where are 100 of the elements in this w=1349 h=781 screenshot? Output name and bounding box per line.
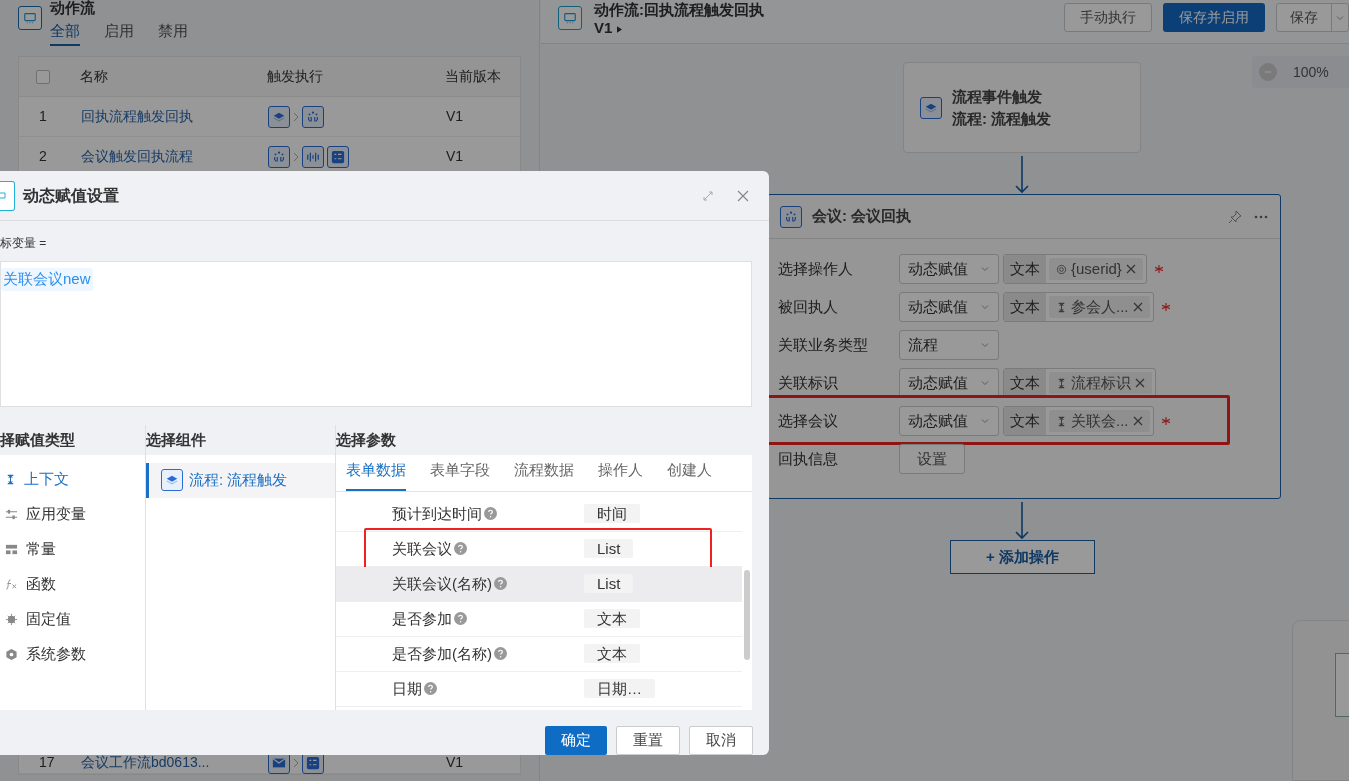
help-icon: [494, 647, 507, 661]
dialog-title: 动态赋值设置: [23, 185, 119, 206]
dialog-button[interactable]: 取消: [689, 726, 753, 755]
trigger-node[interactable]: 流程事件触发 流程: 流程触发: [903, 62, 1141, 153]
caret-icon: [980, 416, 990, 426]
bars-icon: [302, 145, 324, 168]
app-logo-icon: [558, 6, 582, 30]
save-enable-button[interactable]: 保存并启用: [1163, 3, 1265, 32]
column-heading: 择赋值类型: [0, 429, 76, 450]
component-item[interactable]: 流程: 流程触发: [146, 462, 335, 498]
remove-icon[interactable]: [1125, 264, 1136, 274]
flow-title: 动作流:回执流程触发回执: [594, 1, 764, 19]
field-label: 被回执人: [778, 296, 839, 317]
caret-icon: [616, 25, 622, 33]
help-icon: [424, 682, 437, 696]
text-cursor-icon: [1056, 301, 1067, 313]
variable-token[interactable]: 关联会议new: [1, 268, 93, 291]
version-cell-text: V1: [446, 107, 464, 126]
parameter-tab[interactable]: 创建人: [667, 459, 712, 491]
parameter-type: List: [584, 539, 634, 559]
flow-name-link[interactable]: 会议触发回执流程: [81, 146, 268, 167]
chevron-icon: [293, 757, 299, 768]
more-icon[interactable]: [1254, 214, 1268, 219]
mode-dropdown[interactable]: 流程: [899, 330, 999, 360]
parameter-tab[interactable]: 操作人: [598, 459, 643, 491]
node-title: 流程事件触发: [952, 86, 1043, 107]
filter-tab[interactable]: 全部: [50, 20, 80, 46]
remove-icon[interactable]: [1132, 416, 1143, 426]
expand-icon[interactable]: [702, 189, 714, 202]
value-type-item[interactable]: 函数: [0, 566, 145, 602]
add-action-button[interactable]: + 添加操作: [950, 540, 1095, 574]
connector-arrow: [1015, 502, 1029, 540]
row-number: 1: [38, 107, 48, 126]
help-icon: [484, 507, 497, 521]
parameter-name: 日期: [392, 677, 584, 700]
sliders-icon: [5, 507, 18, 521]
value-chip[interactable]: 关联会...: [1049, 410, 1150, 432]
filter-tab[interactable]: 启用: [104, 20, 134, 46]
target-variable-label: 标变量 =: [0, 235, 48, 253]
value-type-item[interactable]: 固定值: [0, 601, 145, 637]
chevron-icon: [293, 111, 299, 122]
value-chip[interactable]: 流程标识: [1049, 372, 1152, 394]
column-header: 名称: [80, 67, 109, 86]
value-type-item[interactable]: 上下文: [0, 461, 145, 497]
people-icon: [302, 105, 324, 128]
text-cursor-icon: [5, 473, 16, 485]
pin-icon[interactable]: [1228, 209, 1242, 224]
save-label[interactable]: 保存: [1277, 4, 1331, 31]
zoom-control[interactable]: 100%: [1252, 56, 1349, 88]
mode-dropdown[interactable]: 动态赋值: [899, 368, 999, 398]
people-icon: [268, 145, 290, 168]
row-number: 17: [38, 753, 56, 772]
save-split-button[interactable]: 保存: [1276, 3, 1349, 32]
parameter-name: 预计到达时间: [392, 502, 584, 525]
filter-tab[interactable]: 禁用: [158, 20, 188, 46]
row-number: 2: [38, 147, 48, 166]
list-icon: [327, 145, 349, 168]
run-button[interactable]: 手动执行: [1064, 3, 1152, 32]
settings-button[interactable]: 设置: [899, 444, 965, 474]
parameter-tab[interactable]: 表单数据: [346, 459, 406, 491]
value-type-item[interactable]: 系统参数: [0, 636, 145, 672]
column-heading: 选择参数: [336, 429, 397, 450]
field-label: 关联标识: [778, 372, 839, 393]
remove-icon[interactable]: [1135, 378, 1145, 388]
version-selector[interactable]: V1: [594, 19, 764, 37]
mode-dropdown[interactable]: 动态赋值: [899, 406, 999, 436]
value-chip[interactable]: 参会人...: [1049, 296, 1150, 318]
parameter-row[interactable]: 关联会议(名称) List: [336, 566, 742, 602]
column-header: 当前版本: [445, 67, 501, 86]
mode-dropdown[interactable]: 动态赋值: [899, 292, 999, 322]
select-all-checkbox[interactable]: [36, 69, 50, 84]
value-type-item[interactable]: 常量: [0, 531, 145, 567]
remove-icon[interactable]: [1132, 302, 1143, 312]
expression-editor[interactable]: 关联会议new: [0, 261, 752, 407]
parameter-row[interactable]: 关联会议 List: [336, 531, 742, 567]
chevron-icon: [293, 151, 299, 162]
zoom-level: 100%: [1293, 62, 1329, 82]
parameter-tab[interactable]: 流程数据: [514, 459, 574, 491]
caret-icon: [980, 378, 990, 388]
dialog-button[interactable]: 确定: [545, 726, 607, 755]
action-node[interactable]: 会议: 会议回执 选择操作人 动态赋值 文本 {userid} 被回执人 动态赋值 文本 参会人... 关联业务类型 流程 关联标识 动态赋值 文本 流程标识 选择会议 动态赋值 文本 关联会... 回执信息 设置: [767, 194, 1281, 499]
dialog-button[interactable]: 重置: [616, 726, 680, 755]
parameter-name: 是否参加(名称): [392, 642, 584, 665]
value-chip[interactable]: {userid}: [1049, 258, 1143, 280]
hexagon-icon: [5, 647, 18, 661]
flow-name-link[interactable]: 会议工作流bd0613...: [81, 752, 268, 773]
value-type-item[interactable]: 应用变量: [0, 496, 145, 532]
caret-icon: [980, 264, 990, 274]
close-icon[interactable]: [737, 189, 749, 202]
layers-icon: [920, 96, 942, 119]
field-label: 选择会议: [778, 410, 839, 431]
help-icon: [454, 612, 467, 626]
connector-arrow: [1015, 156, 1029, 194]
text-cursor-icon: [1056, 415, 1067, 427]
column-header: 触发执行: [267, 67, 324, 86]
parameter-type: 时间: [584, 504, 640, 524]
mode-dropdown[interactable]: 动态赋值: [899, 254, 999, 284]
help-icon: [494, 577, 507, 591]
parameter-tab[interactable]: 表单字段: [430, 459, 490, 491]
flow-name-link[interactable]: 回执流程触发回执: [81, 106, 268, 127]
